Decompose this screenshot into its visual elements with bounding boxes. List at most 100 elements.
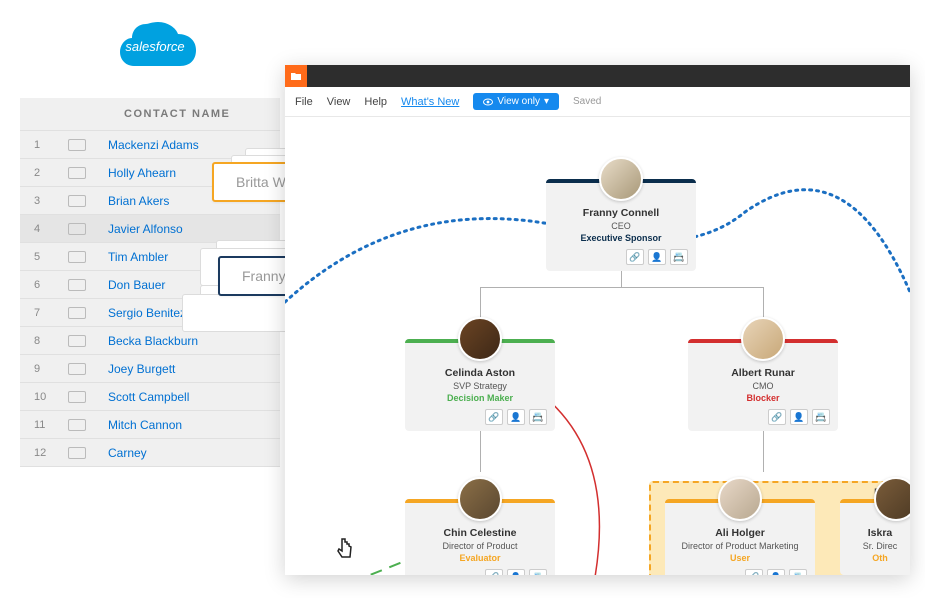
- menu-help[interactable]: Help: [364, 96, 387, 108]
- contact-link[interactable]: Sergio Benitez: [108, 306, 186, 320]
- person-icon[interactable]: 👤: [507, 569, 525, 575]
- checkbox[interactable]: [68, 419, 86, 431]
- link-icon[interactable]: 🔗: [745, 569, 763, 575]
- checkbox[interactable]: [68, 391, 86, 403]
- title-bar: [285, 65, 910, 87]
- card-name: Iskra: [846, 527, 910, 539]
- view-pill-label: View only: [497, 96, 540, 107]
- link-icon[interactable]: 🔗: [626, 249, 644, 265]
- menu-bar: File View Help What's New View only ▾ Sa…: [285, 87, 910, 117]
- notes-icon[interactable]: 📇: [529, 569, 547, 575]
- checkbox[interactable]: [68, 139, 86, 151]
- menu-file[interactable]: File: [295, 96, 313, 108]
- contact-link[interactable]: Holly Ahearn: [108, 166, 176, 180]
- checkbox[interactable]: [68, 363, 86, 375]
- table-row[interactable]: 12 Carney: [20, 439, 280, 467]
- menu-whats-new[interactable]: What's New: [401, 96, 459, 108]
- person-icon[interactable]: 👤: [648, 249, 666, 265]
- contact-link[interactable]: Brian Akers: [108, 194, 169, 208]
- card-name: Ali Holger: [671, 527, 809, 539]
- org-card-iskra[interactable]: Iskra Sr. Direc Oth: [840, 499, 910, 575]
- person-icon[interactable]: 👤: [790, 409, 808, 425]
- table-row[interactable]: 11 Mitch Cannon: [20, 411, 280, 439]
- contact-link[interactable]: Scott Campbell: [108, 390, 189, 404]
- contact-link[interactable]: Becka Blackburn: [108, 334, 198, 348]
- contacts-header: CONTACT NAME: [20, 98, 280, 131]
- org-card-cmo[interactable]: Albert Runar CMO Blocker 🔗 👤 📇: [688, 339, 838, 431]
- card-name: Albert Runar: [694, 367, 832, 379]
- link-icon[interactable]: 🔗: [485, 569, 503, 575]
- checkbox[interactable]: [68, 335, 86, 347]
- avatar: [458, 477, 502, 521]
- folder-icon[interactable]: [285, 65, 307, 87]
- avatar: [741, 317, 785, 361]
- row-number: 12: [20, 447, 68, 459]
- link-icon[interactable]: 🔗: [768, 409, 786, 425]
- row-number: 11: [20, 419, 68, 431]
- org-card-ceo[interactable]: Franny Connell CEO Executive Sponsor 🔗 👤…: [546, 179, 696, 271]
- row-number: 4: [20, 223, 68, 235]
- card-title: CMO: [694, 381, 832, 391]
- checkbox[interactable]: [68, 195, 86, 207]
- checkbox[interactable]: [68, 251, 86, 263]
- card-role: Oth: [846, 553, 910, 563]
- org-card-dir-marketing[interactable]: Ali Holger Director of Product Marketing…: [665, 499, 815, 575]
- checkbox[interactable]: [68, 307, 86, 319]
- card-role: User: [671, 553, 809, 563]
- avatar: [458, 317, 502, 361]
- table-row[interactable]: 4 Javier Alfonso: [20, 215, 280, 243]
- table-row[interactable]: 9 Joey Burgett: [20, 355, 280, 383]
- svg-text:salesforce: salesforce: [125, 39, 184, 54]
- contact-link[interactable]: Mitch Cannon: [108, 418, 182, 432]
- avatar: [718, 477, 762, 521]
- card-role: Evaluator: [411, 553, 549, 563]
- row-number: 8: [20, 335, 68, 347]
- card-title: Sr. Direc: [846, 541, 910, 551]
- card-role: Executive Sponsor: [552, 233, 690, 243]
- saved-status: Saved: [573, 96, 601, 107]
- contact-link[interactable]: Tim Ambler: [108, 250, 168, 264]
- row-number: 6: [20, 279, 68, 291]
- checkbox[interactable]: [68, 279, 86, 291]
- org-card-dir-product[interactable]: Chin Celestine Director of Product Evalu…: [405, 499, 555, 575]
- row-number: 7: [20, 307, 68, 319]
- connector: [480, 287, 763, 288]
- avatar: [599, 157, 643, 201]
- org-card-svp[interactable]: Celinda Aston SVP Strategy Decision Make…: [405, 339, 555, 431]
- checkbox[interactable]: [68, 447, 86, 459]
- person-icon[interactable]: 👤: [507, 409, 525, 425]
- org-chart-canvas[interactable]: Evaluati Franny Connell CEO Executive Sp…: [285, 117, 910, 575]
- notes-icon[interactable]: 📇: [789, 569, 807, 575]
- row-number: 10: [20, 391, 68, 403]
- row-number: 2: [20, 167, 68, 179]
- app-window: File View Help What's New View only ▾ Sa…: [285, 65, 910, 575]
- card-role: Blocker: [694, 393, 832, 403]
- salesforce-logo: salesforce: [110, 14, 200, 83]
- menu-view[interactable]: View: [327, 96, 351, 108]
- avatar: [874, 477, 910, 521]
- cursor-icon: [335, 537, 355, 567]
- contact-link[interactable]: Mackenzi Adams: [108, 138, 199, 152]
- link-icon[interactable]: 🔗: [485, 409, 503, 425]
- row-number: 3: [20, 195, 68, 207]
- chevron-down-icon: ▾: [544, 96, 549, 107]
- view-only-pill[interactable]: View only ▾: [473, 93, 559, 110]
- checkbox[interactable]: [68, 223, 86, 235]
- card-title: SVP Strategy: [411, 381, 549, 391]
- notes-icon[interactable]: 📇: [670, 249, 688, 265]
- contact-link[interactable]: Joey Burgett: [108, 362, 175, 376]
- contact-link[interactable]: Javier Alfonso: [108, 222, 183, 236]
- card-role: Decision Maker: [411, 393, 549, 403]
- row-number: 5: [20, 251, 68, 263]
- contact-link[interactable]: Don Bauer: [108, 278, 165, 292]
- table-row[interactable]: 10 Scott Campbell: [20, 383, 280, 411]
- checkbox[interactable]: [68, 167, 86, 179]
- row-number: 9: [20, 363, 68, 375]
- card-title: CEO: [552, 221, 690, 231]
- person-icon[interactable]: 👤: [767, 569, 785, 575]
- notes-icon[interactable]: 📇: [529, 409, 547, 425]
- card-title: Director of Product Marketing: [671, 541, 809, 551]
- contact-link[interactable]: Carney: [108, 446, 147, 460]
- card-name: Celinda Aston: [411, 367, 549, 379]
- notes-icon[interactable]: 📇: [812, 409, 830, 425]
